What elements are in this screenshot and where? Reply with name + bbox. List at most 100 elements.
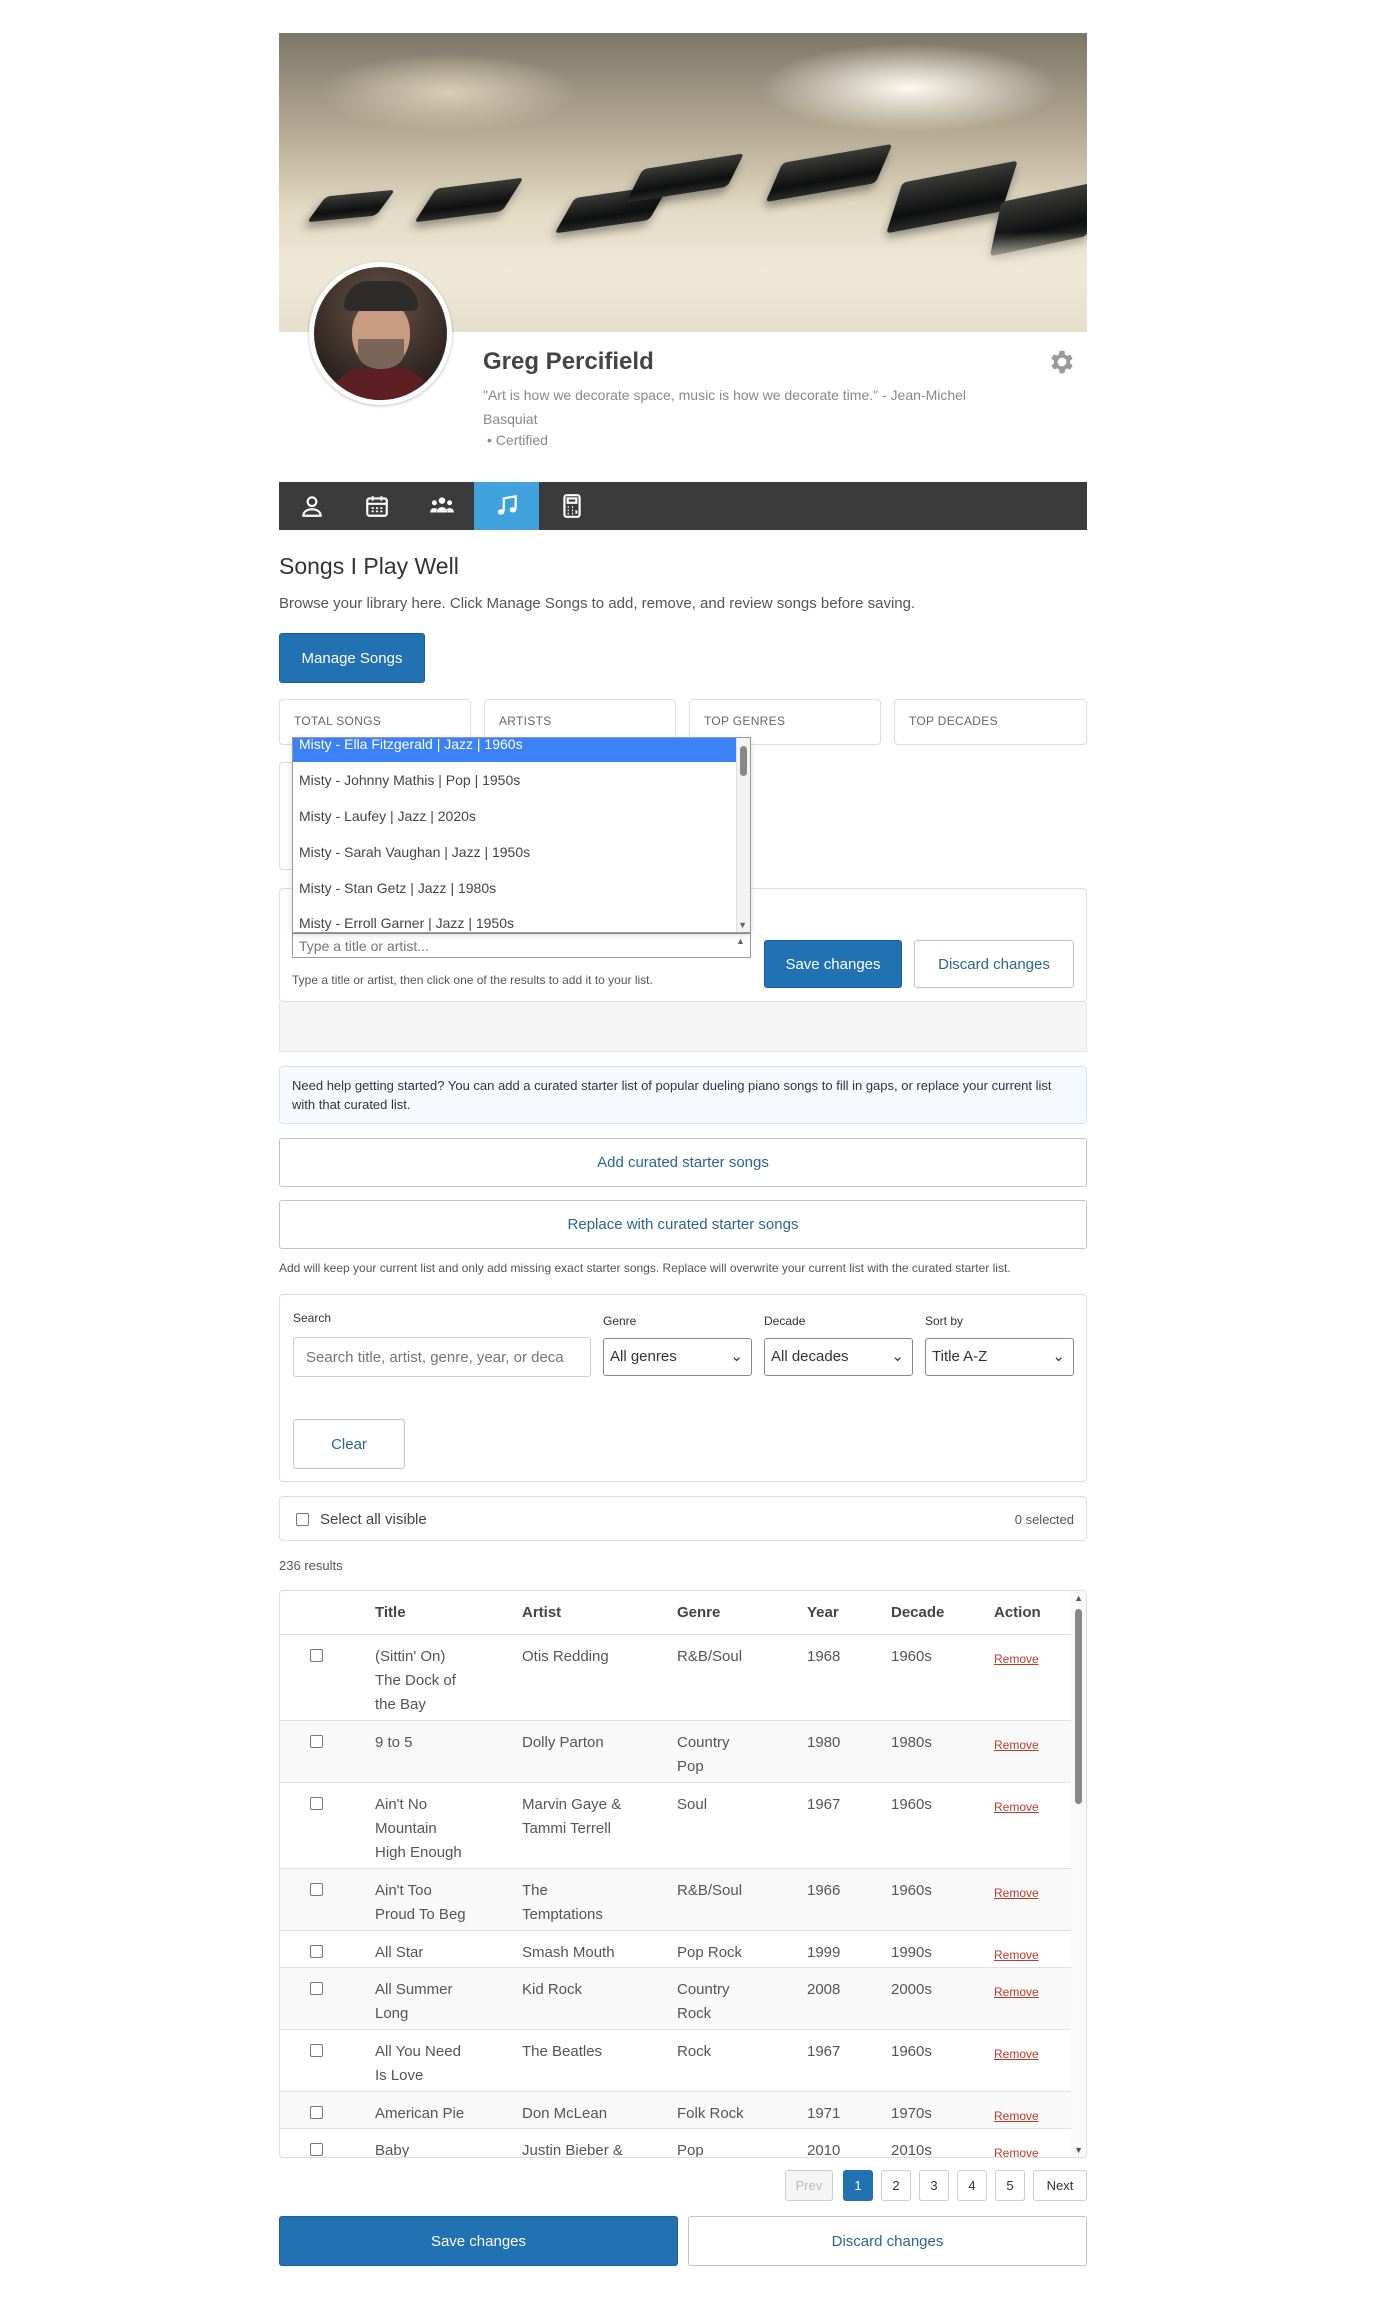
page-1-button[interactable]: 1	[843, 2170, 873, 2201]
page-5-button[interactable]: 5	[995, 2170, 1025, 2201]
chevron-down-icon: ▼	[738, 920, 747, 930]
select-all-label[interactable]: Select all visible	[320, 1511, 427, 1528]
save-changes-button[interactable]: Save changes	[764, 940, 902, 988]
tab-songs[interactable]	[474, 482, 539, 530]
genre-select[interactable]: All genres ⌄	[603, 1338, 752, 1376]
cell-title-line: High Enough	[375, 1844, 462, 1861]
avatar	[309, 262, 452, 405]
chevron-down-icon: ⌄	[1052, 1348, 1065, 1365]
remove-link[interactable]: Remove	[994, 1733, 1039, 1757]
row-checkbox[interactable]	[310, 2044, 323, 2057]
song-autocomplete-input[interactable]	[292, 933, 751, 958]
dropdown-scroll-thumb[interactable]	[740, 746, 747, 776]
table-scroll-thumb[interactable]	[1075, 1609, 1082, 1804]
discard-changes-bottom-button[interactable]: Discard changes	[688, 2216, 1087, 2266]
cell-artist-line: Temptations	[522, 1906, 603, 1923]
remove-link[interactable]: Remove	[994, 2104, 1039, 2128]
cell-title-line: Mountain	[375, 1820, 437, 1837]
cell-genre-line: Folk Rock	[677, 2105, 744, 2122]
select-all-checkbox[interactable]	[296, 1513, 309, 1526]
autocomplete-option[interactable]: Misty - Stan Getz | Jazz | 1980s	[293, 870, 750, 906]
cell-year: 1966	[807, 1882, 841, 1899]
remove-link[interactable]: Remove	[994, 1881, 1039, 1905]
autocomplete-option[interactable]: Misty - Sarah Vaughan | Jazz | 1950s	[293, 834, 750, 870]
column-title[interactable]: Title	[375, 1604, 406, 1621]
cell-title: Ain't Too Proud To Beg	[375, 1879, 466, 1927]
page-4-button[interactable]: 4	[957, 2170, 987, 2201]
column-decade[interactable]: Decade	[891, 1604, 944, 1621]
row-checkbox[interactable]	[310, 1945, 323, 1958]
tab-groups[interactable]	[409, 482, 474, 530]
sort-select[interactable]: Title A-Z ⌄	[925, 1338, 1074, 1376]
table-row: Baby Justin Bieber & Pop 2010 2010s Remove	[280, 2129, 1072, 2158]
search-input[interactable]	[293, 1337, 591, 1377]
column-genre[interactable]: Genre	[677, 1604, 720, 1621]
row-checkbox[interactable]	[310, 1797, 323, 1810]
cell-year: 1968	[807, 1648, 841, 1665]
cell-title-line: All Star	[375, 1944, 424, 1961]
replace-starter-songs-button[interactable]: Replace with curated starter songs	[279, 1200, 1087, 1249]
table-row: (Sittin' On) The Dock of the Bay Otis Reddi…	[280, 1635, 1072, 1721]
remove-link[interactable]: Remove	[994, 2042, 1039, 2066]
autocomplete-option[interactable]: Misty - Erroll Garner | Jazz | 1950s	[293, 906, 750, 932]
save-changes-bottom-button[interactable]: Save changes	[279, 2216, 678, 2266]
cell-artist-line: Justin Bieber &	[522, 2142, 623, 2158]
cell-genre-line: Pop	[677, 2142, 704, 2158]
manage-songs-button[interactable]: Manage Songs	[279, 633, 425, 683]
decade-select[interactable]: All decades ⌄	[764, 1338, 913, 1376]
profile-quote: "Art is how we decorate space, music is …	[483, 387, 967, 427]
cell-artist: Marvin Gaye & Tammi Terrell	[522, 1793, 621, 1841]
tab-profile[interactable]	[279, 482, 344, 530]
chevron-up-icon[interactable]: ▲	[1074, 1593, 1083, 1603]
row-checkbox[interactable]	[310, 1735, 323, 1748]
cell-decade: 2000s	[891, 1981, 932, 1998]
page-2-button[interactable]: 2	[881, 2170, 911, 2201]
next-page-button[interactable]: Next	[1033, 2170, 1087, 2201]
prev-page-button[interactable]: Prev	[785, 2170, 833, 2201]
cell-title: American Pie	[375, 2102, 464, 2126]
cell-genre-line: Country	[677, 1734, 730, 1751]
remove-link[interactable]: Remove	[994, 1980, 1039, 2004]
clear-filters-button[interactable]: Clear	[293, 1419, 405, 1469]
remove-link[interactable]: Remove	[994, 1647, 1039, 1671]
discard-changes-button[interactable]: Discard changes	[914, 940, 1074, 988]
cell-genre: Pop	[677, 2139, 704, 2158]
songs-table: Title Artist Genre Year Decade Action (S…	[279, 1590, 1087, 2158]
decade-value: All decades	[771, 1348, 849, 1365]
autocomplete-option[interactable]: Misty - Laufey | Jazz | 2020s	[293, 798, 750, 834]
user-icon	[301, 496, 322, 517]
table-row: Ain't No Mountain High Enough Marvin Gaye &…	[280, 1783, 1072, 1869]
remove-link[interactable]: Remove	[994, 1795, 1039, 1819]
gear-icon[interactable]	[1047, 347, 1077, 377]
table-scrollbar[interactable]: ▲ ▼	[1071, 1591, 1086, 2157]
row-checkbox[interactable]	[310, 1883, 323, 1896]
section-title: Songs I Play Well	[279, 553, 459, 579]
remove-link[interactable]: Remove	[994, 1943, 1039, 1967]
add-starter-songs-button[interactable]: Add curated starter songs	[279, 1138, 1087, 1187]
row-checkbox[interactable]	[310, 1982, 323, 1995]
column-year[interactable]: Year	[807, 1604, 839, 1621]
table-header: Title Artist Genre Year Decade Action	[280, 1591, 1072, 1635]
chevron-down-icon[interactable]: ▼	[1074, 2145, 1083, 2155]
tab-calculator[interactable]	[539, 482, 604, 530]
remove-link[interactable]: Remove	[994, 2141, 1039, 2157]
cell-artist-line: The	[522, 1882, 548, 1899]
column-artist[interactable]: Artist	[522, 1604, 561, 1621]
row-checkbox[interactable]	[310, 1649, 323, 1662]
cell-genre-line: Soul	[677, 1796, 708, 1813]
autocomplete-option[interactable]: Misty - Johnny Mathis | Pop | 1950s	[293, 762, 750, 798]
cell-year: 1971	[807, 2105, 841, 2122]
filter-panel: Search Genre All genres ⌄ Decade All deca…	[279, 1294, 1087, 1482]
row-checkbox[interactable]	[310, 2143, 323, 2156]
cell-title-line: All You Need	[375, 2043, 461, 2060]
autocomplete-option[interactable]: Misty - Ella Fitzgerald | Jazz | 1960s	[293, 738, 750, 762]
page-3-button[interactable]: 3	[919, 2170, 949, 2201]
cell-artist-line: Kid Rock	[522, 1981, 583, 1998]
table-row: 9 to 5 Dolly Parton Country Pop 1980 1980s Rem…	[280, 1721, 1072, 1783]
table-row: All Star Smash Mouth Pop Rock 1999 1990s Remo…	[280, 1931, 1072, 1968]
tab-calendar[interactable]	[344, 482, 409, 530]
select-all-bar: Select all visible 0 selected	[279, 1496, 1087, 1541]
cell-artist: The Beatles	[522, 2040, 602, 2064]
row-checkbox[interactable]	[310, 2106, 323, 2119]
autocomplete-dropdown: Misty - Ella Fitzgerald | Jazz | 1960s M…	[292, 737, 751, 933]
